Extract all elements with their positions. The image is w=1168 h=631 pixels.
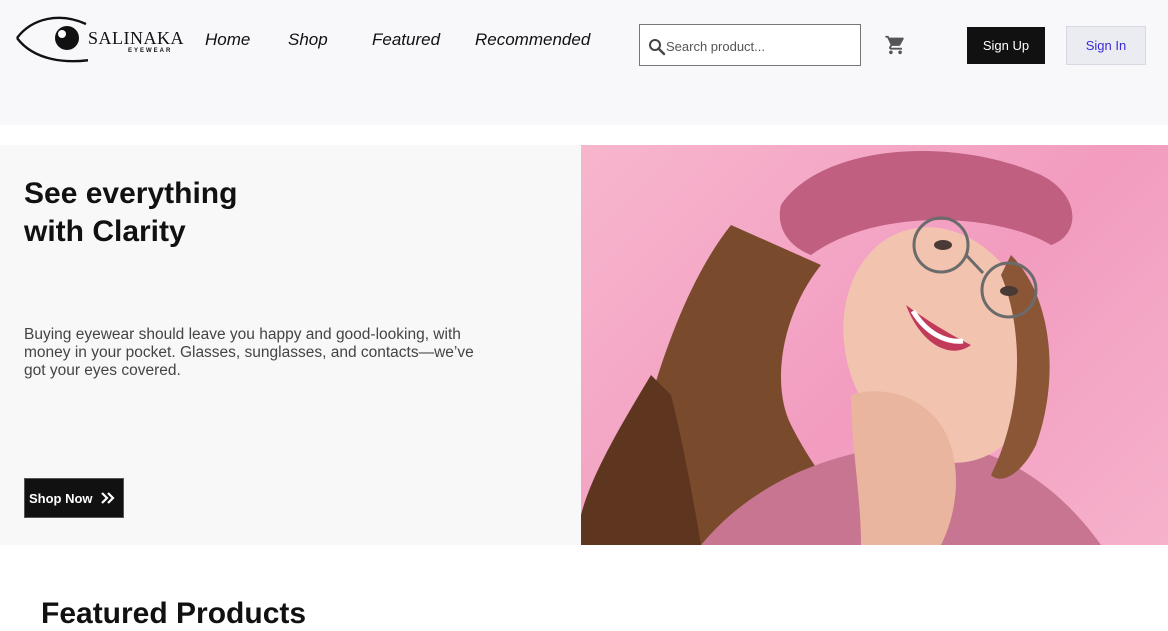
nav-recommended[interactable]: Recommended bbox=[475, 30, 590, 50]
search-box[interactable] bbox=[639, 24, 861, 66]
featured-products-heading: Featured Products bbox=[41, 597, 307, 630]
cart-icon[interactable] bbox=[884, 34, 907, 56]
hero-title: See everything with Clarity bbox=[24, 175, 424, 251]
brand-subtitle: EYEWEAR bbox=[128, 48, 173, 54]
hero-title-line-1: See everything bbox=[24, 177, 238, 210]
hero-description: Buying eyewear should leave you happy an… bbox=[24, 326, 474, 379]
brand-name: SALINAKA bbox=[88, 28, 184, 48]
nav-home[interactable]: Home bbox=[205, 30, 250, 50]
nav-shop[interactable]: Shop bbox=[288, 30, 328, 50]
nav-featured[interactable]: Featured bbox=[372, 30, 440, 50]
hero-image bbox=[581, 145, 1168, 545]
hero-title-line-2: with Clarity bbox=[24, 215, 186, 248]
search-input[interactable] bbox=[666, 35, 856, 57]
sign-in-button[interactable]: Sign In bbox=[1066, 26, 1146, 65]
woman-with-glasses-photo bbox=[581, 151, 1101, 545]
sign-up-button[interactable]: Sign Up bbox=[967, 27, 1045, 64]
shop-now-button[interactable]: Shop Now bbox=[24, 478, 124, 518]
search-icon bbox=[649, 39, 666, 56]
eye-logo-icon bbox=[16, 16, 88, 63]
hero-banner: See everything with Clarity Buying eyewe… bbox=[0, 145, 1168, 545]
double-chevron-right-icon bbox=[100, 492, 115, 504]
shop-now-label: Shop Now bbox=[29, 490, 93, 506]
site-header: SALINAKA EYEWEAR Home Shop Featured Reco… bbox=[0, 0, 1168, 125]
brand-logo[interactable]: SALINAKA EYEWEAR bbox=[14, 10, 184, 68]
